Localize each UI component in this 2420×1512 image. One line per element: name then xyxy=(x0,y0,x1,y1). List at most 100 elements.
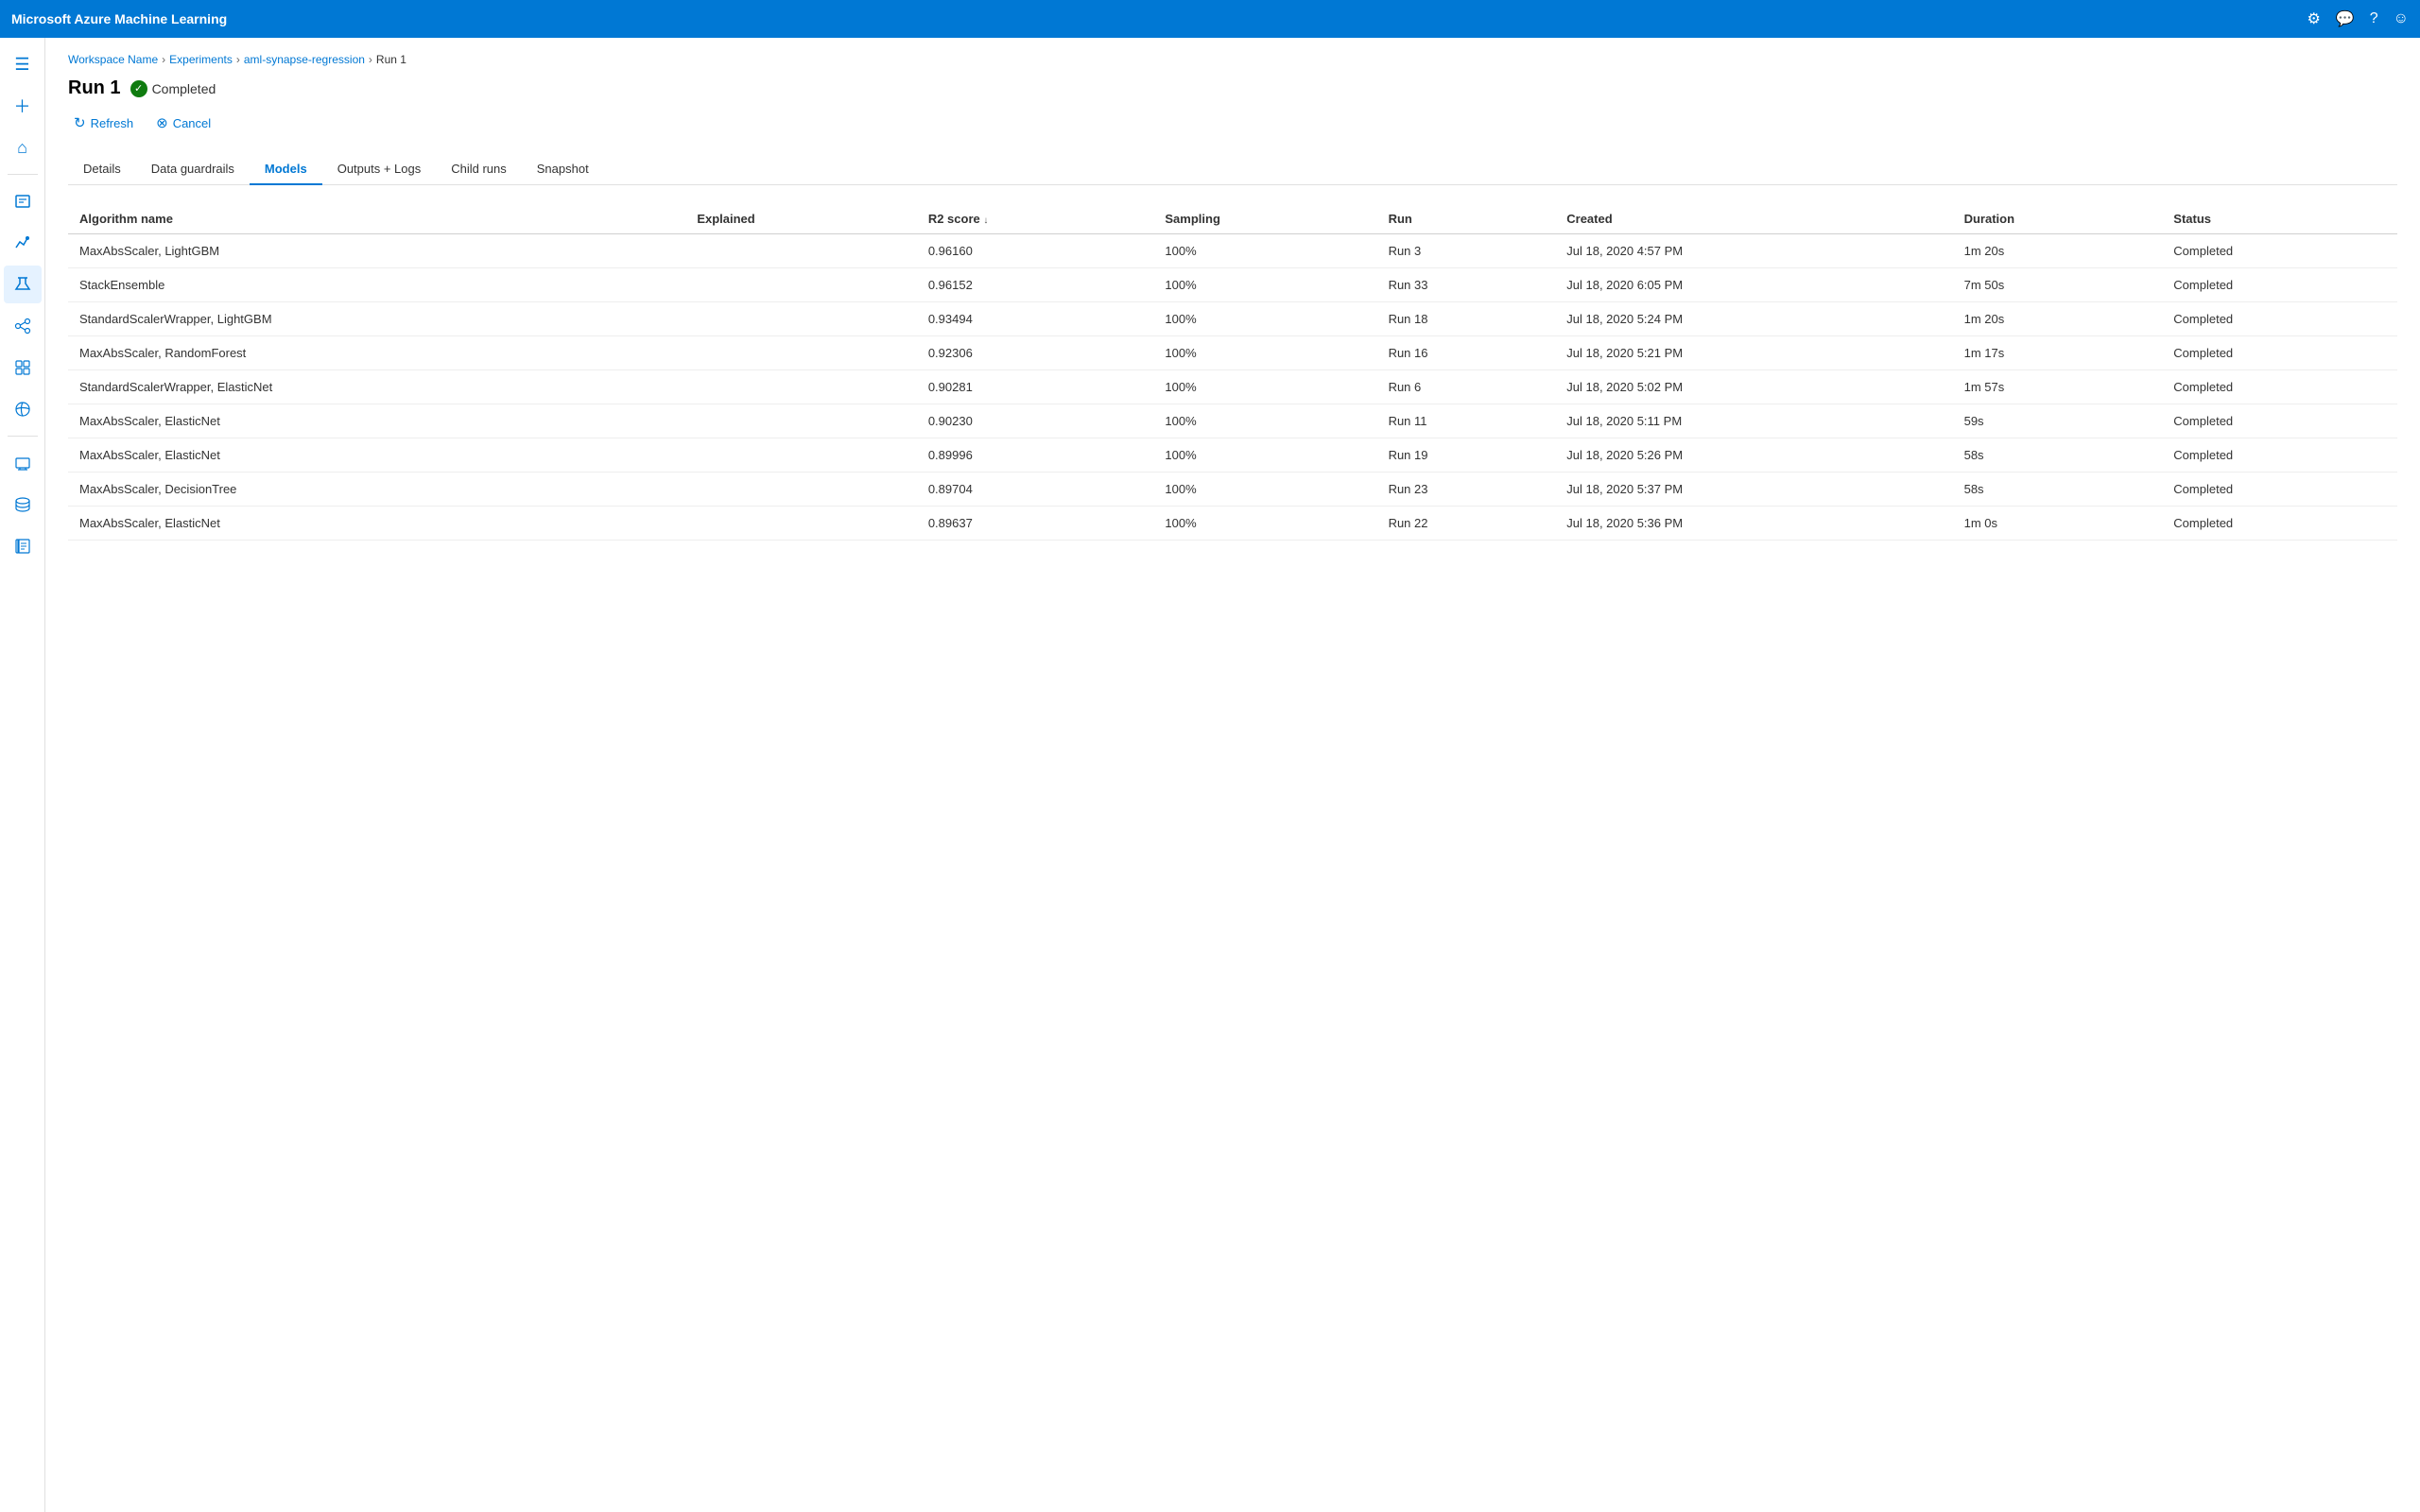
cell-created: Jul 18, 2020 5:26 PM xyxy=(1555,438,1952,472)
cell-status: Completed xyxy=(2162,404,2397,438)
cell-created: Jul 18, 2020 5:36 PM xyxy=(1555,507,1952,541)
user-icon[interactable]: ☺ xyxy=(2394,10,2409,27)
sidebar-item-deployments[interactable] xyxy=(4,390,42,428)
cell-algorithm[interactable]: MaxAbsScaler, ElasticNet xyxy=(68,404,685,438)
sidebar-item-notebooks[interactable] xyxy=(4,527,42,565)
cell-status: Completed xyxy=(2162,472,2397,507)
cell-duration: 1m 20s xyxy=(1953,234,2163,268)
cell-duration: 1m 0s xyxy=(1953,507,2163,541)
table-row: MaxAbsScaler, ElasticNet0.89996100%Run 1… xyxy=(68,438,2397,472)
col-header-explained: Explained xyxy=(685,204,917,234)
sidebar: ☰ ＋ ⌂ xyxy=(0,38,45,1512)
cell-r2score: 0.96160 xyxy=(917,234,1154,268)
content-area: Workspace Name › Experiments › aml-synap… xyxy=(45,38,2420,1512)
sidebar-item-data[interactable] xyxy=(4,486,42,524)
cell-run[interactable]: Run 18 xyxy=(1377,302,1556,336)
sidebar-item-jobs[interactable] xyxy=(4,182,42,220)
cell-duration: 58s xyxy=(1953,438,2163,472)
main-layout: ☰ ＋ ⌂ xyxy=(0,38,2420,1512)
table-row: StandardScalerWrapper, LightGBM 0.9349410… xyxy=(68,302,2397,336)
cell-explained xyxy=(685,472,917,507)
col-header-duration: Duration xyxy=(1953,204,2163,234)
sidebar-item-menu[interactable]: ☰ xyxy=(4,45,42,83)
sidebar-item-models[interactable] xyxy=(4,349,42,387)
cell-algorithm[interactable]: StandardScalerWrapper, ElasticNet xyxy=(68,370,685,404)
cell-created: Jul 18, 2020 5:21 PM xyxy=(1555,336,1952,370)
cell-created: Jul 18, 2020 4:57 PM xyxy=(1555,234,1952,268)
cancel-button[interactable]: ⊗ Cancel xyxy=(150,111,216,135)
sidebar-item-compute[interactable] xyxy=(4,444,42,482)
cell-r2score: 0.90281 xyxy=(917,370,1154,404)
tab-outputs-logs[interactable]: Outputs + Logs xyxy=(322,154,437,185)
cell-created: Jul 18, 2020 5:02 PM xyxy=(1555,370,1952,404)
cell-algorithm[interactable]: MaxAbsScaler, LightGBM xyxy=(68,234,685,268)
sidebar-item-pipelines[interactable] xyxy=(4,307,42,345)
cell-algorithm[interactable]: MaxAbsScaler, ElasticNet xyxy=(68,438,685,472)
cell-explained xyxy=(685,234,917,268)
tab-models[interactable]: Models xyxy=(250,154,322,185)
table-row: MaxAbsScaler, DecisionTree0.89704100%Run… xyxy=(68,472,2397,507)
cell-created: Jul 18, 2020 5:24 PM xyxy=(1555,302,1952,336)
col-header-status: Status xyxy=(2162,204,2397,234)
cancel-icon: ⊗ xyxy=(156,114,168,131)
cell-algorithm[interactable]: MaxAbsScaler, RandomForest xyxy=(68,336,685,370)
table-row: MaxAbsScaler, LightGBM0.96160100%Run 3Ju… xyxy=(68,234,2397,268)
cell-status: Completed xyxy=(2162,370,2397,404)
toolbar: ↻ Refresh ⊗ Cancel xyxy=(68,111,2397,135)
tab-snapshot[interactable]: Snapshot xyxy=(522,154,604,185)
status-badge: ✓ Completed xyxy=(130,80,216,97)
breadcrumb-experiment-name[interactable]: aml-synapse-regression xyxy=(244,53,365,66)
breadcrumb-experiments[interactable]: Experiments xyxy=(169,53,233,66)
table-row: StandardScalerWrapper, ElasticNet 0.90281… xyxy=(68,370,2397,404)
models-table: Algorithm name Explained R2 score ↓ Samp… xyxy=(68,204,2397,541)
cell-run[interactable]: Run 16 xyxy=(1377,336,1556,370)
cell-r2score: 0.93494 xyxy=(917,302,1154,336)
cell-algorithm[interactable]: MaxAbsScaler, ElasticNet xyxy=(68,507,685,541)
cell-run[interactable]: Run 6 xyxy=(1377,370,1556,404)
cell-status: Completed xyxy=(2162,302,2397,336)
cell-duration: 7m 50s xyxy=(1953,268,2163,302)
col-header-r2score[interactable]: R2 score ↓ xyxy=(917,204,1154,234)
cell-run[interactable]: Run 22 xyxy=(1377,507,1556,541)
sidebar-item-home[interactable]: ⌂ xyxy=(4,129,42,166)
cell-status: Completed xyxy=(2162,336,2397,370)
cell-explained xyxy=(685,370,917,404)
cell-algorithm[interactable]: StandardScalerWrapper, LightGBM xyxy=(68,302,685,336)
cell-status: Completed xyxy=(2162,234,2397,268)
tab-child-runs[interactable]: Child runs xyxy=(436,154,522,185)
cell-sampling: 100% xyxy=(1153,507,1376,541)
breadcrumb-sep-2: › xyxy=(236,53,240,66)
table-row: MaxAbsScaler, ElasticNet0.90230100%Run 1… xyxy=(68,404,2397,438)
settings-icon[interactable]: ⚙ xyxy=(2307,9,2320,28)
cell-run[interactable]: Run 23 xyxy=(1377,472,1556,507)
breadcrumb-current: Run 1 xyxy=(376,53,406,66)
page-header: Run 1 ✓ Completed xyxy=(68,77,2397,99)
cell-sampling: 100% xyxy=(1153,370,1376,404)
sort-icon-r2: ↓ xyxy=(983,215,988,226)
breadcrumb-sep-1: › xyxy=(162,53,165,66)
sidebar-item-automl[interactable] xyxy=(4,224,42,262)
cell-run[interactable]: Run 19 xyxy=(1377,438,1556,472)
status-label: Completed xyxy=(152,81,216,96)
sidebar-item-create[interactable]: ＋ xyxy=(4,87,42,125)
cell-status: Completed xyxy=(2162,268,2397,302)
refresh-button[interactable]: ↻ Refresh xyxy=(68,111,139,135)
cell-algorithm[interactable]: MaxAbsScaler, DecisionTree xyxy=(68,472,685,507)
cell-sampling: 100% xyxy=(1153,438,1376,472)
cell-algorithm[interactable]: StackEnsemble xyxy=(68,268,685,302)
table-row: MaxAbsScaler, ElasticNet0.89637100%Run 2… xyxy=(68,507,2397,541)
cell-created: Jul 18, 2020 6:05 PM xyxy=(1555,268,1952,302)
cell-run[interactable]: Run 33 xyxy=(1377,268,1556,302)
sidebar-item-experiments[interactable] xyxy=(4,266,42,303)
tab-details[interactable]: Details xyxy=(68,154,136,185)
cell-duration: 59s xyxy=(1953,404,2163,438)
cell-run[interactable]: Run 11 xyxy=(1377,404,1556,438)
feedback-icon[interactable]: 💬 xyxy=(2336,9,2355,28)
table-row: MaxAbsScaler, RandomForest0.92306100%Run… xyxy=(68,336,2397,370)
cell-sampling: 100% xyxy=(1153,302,1376,336)
cell-run[interactable]: Run 3 xyxy=(1377,234,1556,268)
breadcrumb-workspace[interactable]: Workspace Name xyxy=(68,53,158,66)
cell-explained xyxy=(685,302,917,336)
tab-data-guardrails[interactable]: Data guardrails xyxy=(136,154,250,185)
help-icon[interactable]: ? xyxy=(2370,10,2378,27)
